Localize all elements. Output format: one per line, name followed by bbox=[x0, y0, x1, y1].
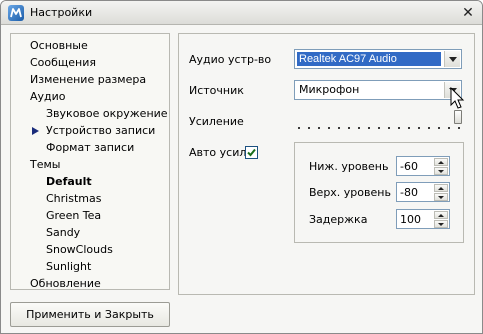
settings-sidebar: Основные Сообщения Изменение размера Ауд… bbox=[10, 33, 170, 290]
sidebar-item-recording-format[interactable]: Формат записи bbox=[46, 139, 134, 156]
settings-window: Настройки ✕ Основные Сообщения Изменение… bbox=[0, 0, 483, 334]
source-label: Источник bbox=[189, 84, 244, 97]
slider-tick bbox=[308, 127, 310, 129]
app-logo-icon bbox=[8, 5, 24, 21]
sidebar-item-recording-device[interactable]: Устройство записи bbox=[46, 122, 155, 139]
sidebar-item-resize[interactable]: Изменение размера bbox=[30, 71, 146, 88]
low-level-stepper[interactable]: -60 bbox=[396, 156, 450, 176]
chevron-down-icon[interactable] bbox=[434, 167, 448, 175]
chevron-up-icon[interactable] bbox=[434, 211, 448, 219]
high-level-label: Верх. уровень bbox=[309, 186, 391, 199]
mouse-pointer-icon bbox=[450, 87, 465, 109]
sidebar-item-updates[interactable]: Обновление bbox=[30, 275, 101, 292]
slider-tick bbox=[298, 127, 300, 129]
slider-tick bbox=[378, 127, 380, 129]
apply-and-close-button[interactable]: Применить и Закрыть bbox=[10, 302, 170, 327]
source-value: Микрофон bbox=[299, 83, 360, 96]
slider-tick bbox=[368, 127, 370, 129]
recording-device-panel: Аудио устр-во Realtek AC97 Audio Источни… bbox=[178, 33, 475, 295]
sidebar-item-audio[interactable]: Аудио bbox=[30, 88, 66, 105]
auto-gain-group: Ниж. уровень -60 Верх. уровень -80 Задер… bbox=[294, 142, 464, 243]
slider-tick bbox=[408, 127, 410, 129]
arrow-right-icon bbox=[31, 122, 41, 139]
slider-tick bbox=[428, 127, 430, 129]
slider-tick bbox=[318, 127, 320, 129]
slider-tick bbox=[438, 127, 440, 129]
sidebar-item-sound-environment[interactable]: Звуковое окружение bbox=[46, 105, 168, 122]
audio-device-select[interactable]: Realtek AC97 Audio bbox=[294, 49, 462, 69]
high-level-value: -80 bbox=[400, 186, 418, 199]
checkmark-icon bbox=[247, 148, 256, 157]
slider-tick bbox=[348, 127, 350, 129]
chevron-up-icon[interactable] bbox=[434, 158, 448, 166]
sidebar-item-theme-green-tea[interactable]: Green Tea bbox=[46, 207, 101, 224]
gain-label: Усиление bbox=[189, 115, 244, 128]
slider-tick bbox=[448, 127, 450, 129]
sidebar-item-theme-sunlight[interactable]: Sunlight bbox=[46, 258, 91, 275]
sidebar-item-theme-christmas[interactable]: Christmas bbox=[46, 190, 101, 207]
chevron-up-icon[interactable] bbox=[434, 184, 448, 192]
slider-tick bbox=[398, 127, 400, 129]
slider-tick bbox=[338, 127, 340, 129]
audio-device-value: Realtek AC97 Audio bbox=[297, 52, 441, 66]
sidebar-item-theme-sandy[interactable]: Sandy bbox=[46, 224, 80, 241]
auto-gain-label: Авто усил bbox=[189, 146, 247, 159]
audio-device-label: Аудио устр-во bbox=[189, 53, 272, 66]
chevron-down-icon[interactable] bbox=[444, 51, 460, 67]
window-title: Настройки bbox=[30, 6, 93, 19]
sidebar-item-theme-snowclouds[interactable]: SnowClouds bbox=[46, 241, 113, 258]
chevron-down-icon[interactable] bbox=[434, 220, 448, 228]
title-bar[interactable]: Настройки ✕ bbox=[1, 1, 482, 25]
delay-label: Задержка bbox=[309, 213, 368, 226]
slider-tick bbox=[388, 127, 390, 129]
sidebar-item-theme-default[interactable]: Default bbox=[46, 173, 92, 190]
slider-tick bbox=[458, 127, 460, 129]
slider-tick bbox=[328, 127, 330, 129]
sidebar-item-general[interactable]: Основные bbox=[30, 37, 88, 54]
chevron-down-icon[interactable] bbox=[434, 193, 448, 201]
delay-value: 100 bbox=[400, 213, 421, 226]
auto-gain-checkbox[interactable] bbox=[245, 146, 258, 159]
delay-stepper[interactable]: 100 bbox=[396, 209, 450, 229]
slider-tick bbox=[418, 127, 420, 129]
gain-slider[interactable] bbox=[294, 110, 464, 134]
low-level-label: Ниж. уровень bbox=[309, 160, 389, 173]
gain-slider-thumb[interactable] bbox=[454, 110, 462, 124]
source-select[interactable]: Микрофон bbox=[294, 80, 462, 100]
sidebar-item-messages[interactable]: Сообщения bbox=[30, 54, 96, 71]
low-level-value: -60 bbox=[400, 160, 418, 173]
slider-tick bbox=[358, 127, 360, 129]
close-icon[interactable]: ✕ bbox=[460, 5, 476, 21]
high-level-stepper[interactable]: -80 bbox=[396, 182, 450, 202]
sidebar-item-themes[interactable]: Темы bbox=[30, 156, 60, 173]
